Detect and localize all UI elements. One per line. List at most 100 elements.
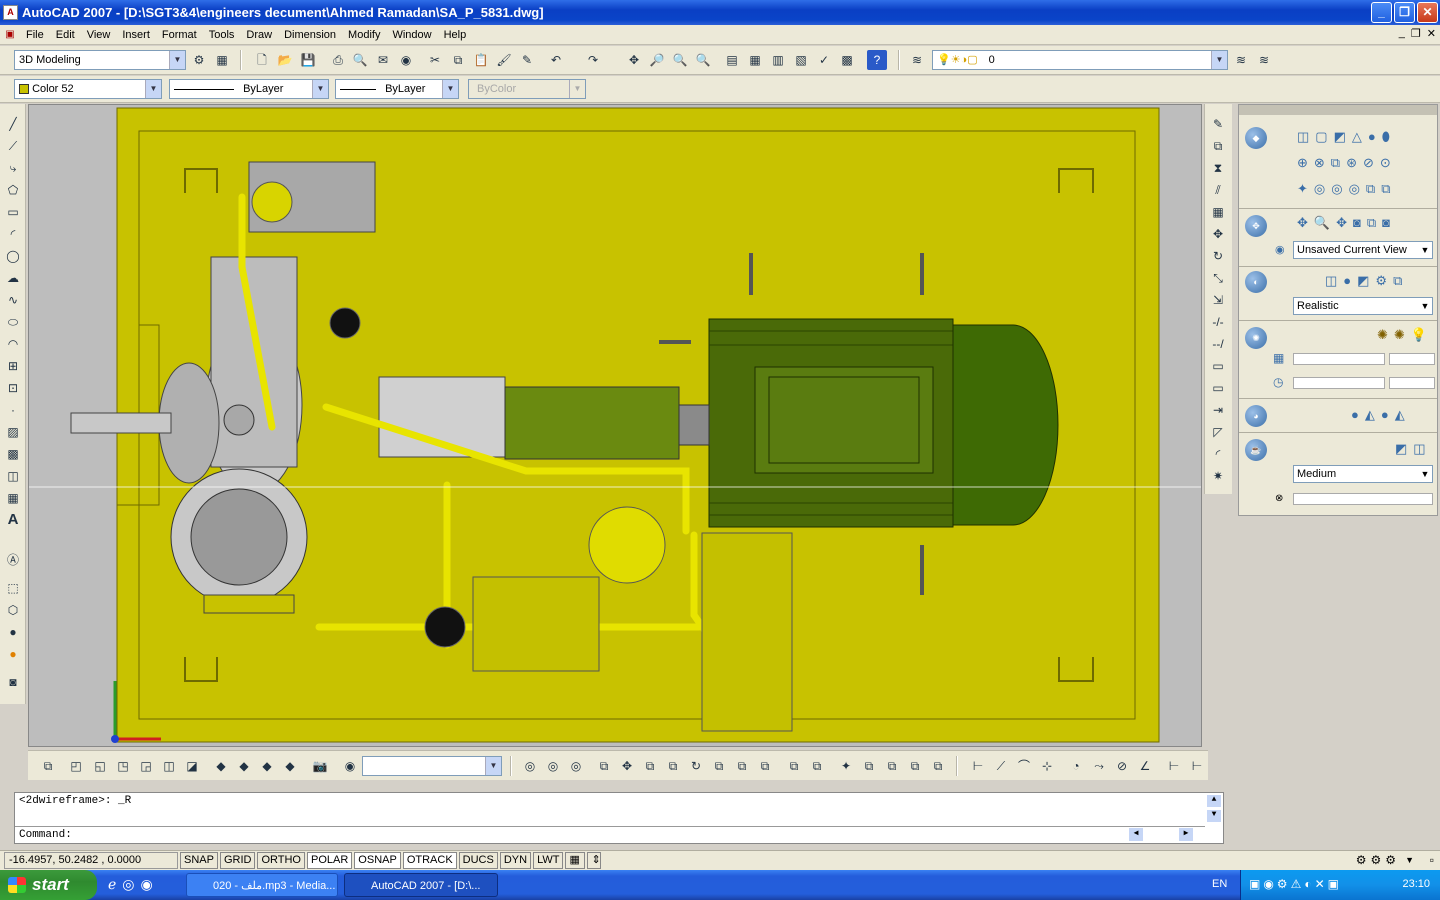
construction-line-icon[interactable]: ⟋ [3, 136, 23, 156]
menu-insert[interactable]: Insert [116, 29, 156, 41]
erase-icon[interactable]: ✎ [1208, 114, 1228, 134]
multiline-text-icon[interactable]: A [3, 510, 23, 530]
box-icon[interactable]: ⬚ [3, 578, 23, 598]
polar-toggle[interactable]: POLAR [307, 852, 353, 869]
material-tools[interactable]: ●◭●◭ [1351, 407, 1411, 423]
redo-icon[interactable]: ↷ [583, 50, 603, 70]
menu-modify[interactable]: Modify [342, 29, 386, 41]
polyline-icon[interactable]: ⤷ [3, 158, 23, 178]
make-block-icon[interactable]: ⊡ [3, 378, 23, 398]
taper-faces-icon[interactable]: ⧉ [709, 756, 729, 776]
aligned-dimension-icon[interactable]: ⟋ [991, 756, 1011, 776]
jogged-icon[interactable]: ⤳ [1089, 756, 1109, 776]
region-icon[interactable]: ◫ [3, 466, 23, 486]
help-icon[interactable]: ? [867, 50, 887, 70]
doc-restore-icon[interactable]: ❐ [1411, 27, 1421, 40]
render-quality-slider[interactable] [1293, 493, 1433, 505]
workspace-combo[interactable]: 3D Modeling ▼ [14, 50, 186, 70]
angular-icon[interactable]: ∠ [1135, 756, 1155, 776]
point-icon[interactable]: · [3, 400, 23, 420]
menu-edit[interactable]: Edit [50, 29, 81, 41]
ellipse-icon[interactable]: ⬭ [3, 312, 23, 332]
ellipse-arc-icon[interactable]: ◠ [3, 334, 23, 354]
linetype-combo[interactable]: ByLayer ▼ [169, 79, 329, 99]
array-icon[interactable]: ▦ [1208, 202, 1228, 222]
pan-icon[interactable]: ✥ [624, 50, 644, 70]
render-tools[interactable]: ◩◫ [1395, 441, 1432, 457]
se-iso-icon[interactable]: ◆ [234, 756, 254, 776]
workspace-save-icon[interactable]: ▦ [212, 50, 232, 70]
plot-preview-icon[interactable]: 🔍 [350, 50, 370, 70]
model-layout-icon[interactable]: ▦ [565, 852, 586, 869]
visual-style-combo[interactable]: Realistic ▼ [1293, 297, 1433, 315]
scroll-up-icon[interactable]: ▲ [1207, 795, 1221, 807]
menu-file[interactable]: File [20, 29, 50, 41]
ordinate-icon[interactable]: ⊹ [1037, 756, 1057, 776]
lights-panel-icon[interactable]: ✺ [1245, 327, 1267, 349]
tray-icons[interactable]: ▣◉⚙⚠◐✕▣ [1249, 877, 1342, 891]
subtract-icon[interactable]: ◎ [543, 756, 563, 776]
status-arrows-icon[interactable]: ⇕ [587, 852, 602, 869]
language-indicator[interactable]: EN [1212, 878, 1227, 890]
menu-format[interactable]: Format [156, 29, 203, 41]
chamfer-icon[interactable]: ◸ [1208, 422, 1228, 442]
ucs-view-icon[interactable]: ◉ [340, 756, 360, 776]
scale-icon[interactable]: ⤡ [1208, 268, 1228, 288]
otrack-toggle[interactable]: OTRACK [402, 852, 457, 869]
right-view-icon[interactable]: ◲ [136, 756, 156, 776]
radius-icon[interactable]: ◔ [1066, 756, 1086, 776]
color-combo[interactable]: Color 52 ▼ [14, 79, 162, 99]
render-close-icon[interactable]: ⊗ [1275, 493, 1283, 504]
view-combo[interactable]: Unsaved Current View ▼ [1293, 241, 1433, 259]
render-preset-combo[interactable]: Medium ▼ [1293, 465, 1433, 483]
lwt-toggle[interactable]: LWT [533, 852, 564, 869]
sheet-set-icon[interactable]: ▧ [791, 50, 811, 70]
gradient-icon[interactable]: ▩ [3, 444, 23, 464]
3d-edit-tools[interactable]: ✦◎◎◎⧉⧉ [1297, 181, 1397, 197]
arc-length-icon[interactable]: ⌒ [1014, 756, 1034, 776]
save-icon[interactable]: 💾 [298, 50, 318, 70]
offset-faces-icon[interactable]: ⧉ [640, 756, 660, 776]
menu-help[interactable]: Help [438, 29, 473, 41]
brightness-slider[interactable] [1293, 353, 1385, 365]
circle-icon[interactable]: ◯ [3, 246, 23, 266]
clock[interactable]: 23:10 [1402, 878, 1430, 890]
materials-panel-icon[interactable]: ◕ [1245, 405, 1267, 427]
zoom-previous-icon[interactable]: 🔍 [693, 50, 713, 70]
stretch-icon[interactable]: ⇲ [1208, 290, 1228, 310]
calculator-icon[interactable]: ▩ [837, 50, 857, 70]
line-icon[interactable]: ╱ [3, 114, 23, 134]
layer-combo[interactable]: 💡☀◑▢ 0 ▼ [932, 50, 1228, 70]
undo-icon[interactable]: ↶ [546, 50, 566, 70]
text-style-icon[interactable]: Ⓐ [3, 550, 23, 570]
ne-iso-icon[interactable]: ◆ [257, 756, 277, 776]
tray-status-icons[interactable]: ⚙⚙⚙ [1356, 853, 1400, 867]
menu-window[interactable]: Window [386, 29, 437, 41]
drawing-svg[interactable] [29, 105, 1202, 747]
3d-navigate-panel-icon[interactable]: ✥ [1245, 215, 1267, 237]
baseline-icon[interactable]: ⊢ [1187, 756, 1207, 776]
left-view-icon[interactable]: ◳ [113, 756, 133, 776]
wedge-icon[interactable]: ⬡ [3, 600, 23, 620]
revision-cloud-icon[interactable]: ☁ [3, 268, 23, 288]
extrude-faces-icon[interactable]: ⧉ [594, 756, 614, 776]
sw-iso-icon[interactable]: ◆ [211, 756, 231, 776]
clean-screen-icon[interactable]: ▫ [1430, 853, 1434, 867]
osnap-toggle[interactable]: OSNAP [354, 852, 401, 869]
menu-dimension[interactable]: Dimension [278, 29, 342, 41]
linear-dimension-icon[interactable]: ⊢ [968, 756, 988, 776]
section-icon[interactable]: ⧉ [928, 756, 948, 776]
taskbar-item-media[interactable]: 020 - ملف.mp3 - Media... [186, 873, 338, 897]
visual-style-panel-icon[interactable]: ◐ [1245, 271, 1267, 293]
visual-style-tools[interactable]: ◫●◩⚙⧉ [1325, 273, 1408, 289]
ortho-toggle[interactable]: ORTHO [257, 852, 305, 869]
block-editor-icon[interactable]: ✎ [517, 50, 537, 70]
check-icon[interactable]: ⧉ [882, 756, 902, 776]
copy-object-icon[interactable]: ⧉ [1208, 136, 1228, 156]
separate-icon[interactable]: ✦ [836, 756, 856, 776]
quick-dimension-icon[interactable]: ⊢ [1164, 756, 1184, 776]
clean-icon[interactable]: ⧉ [807, 756, 827, 776]
lineweight-combo[interactable]: ByLayer ▼ [335, 79, 459, 99]
back-view-icon[interactable]: ◪ [182, 756, 202, 776]
minimize-button[interactable]: _ [1371, 2, 1392, 23]
